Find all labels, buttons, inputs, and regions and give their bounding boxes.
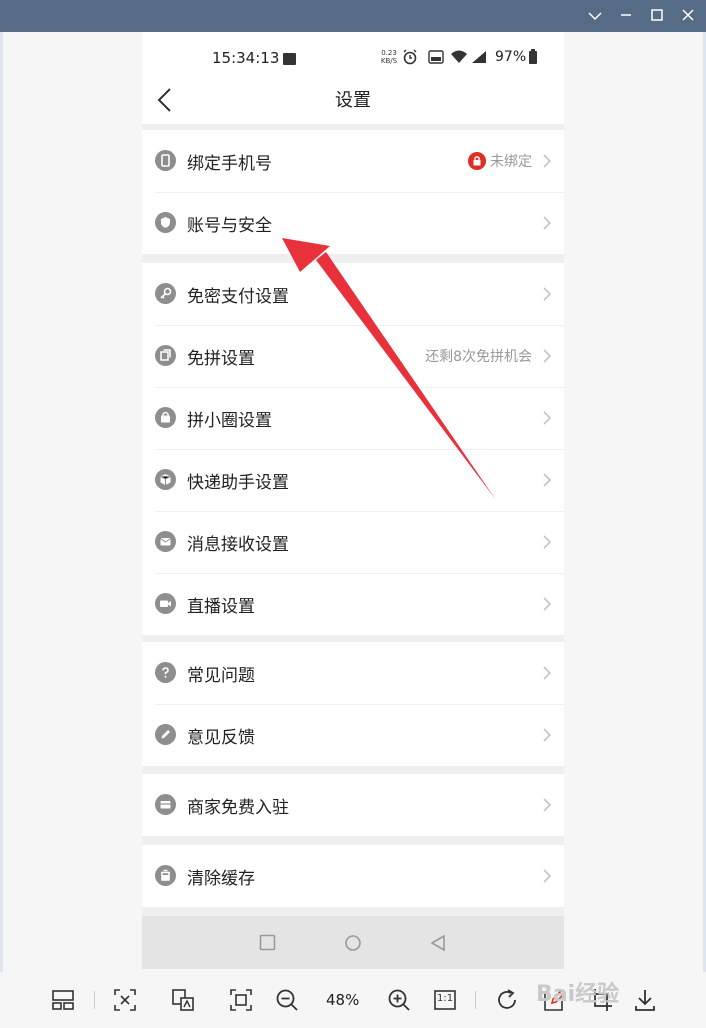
key-icon (155, 283, 176, 304)
settings-item-account-security[interactable]: 账号与安全 (142, 192, 564, 254)
window-titlebar (0, 0, 706, 32)
chevron-right-icon (543, 216, 552, 230)
settings-item-feedback[interactable]: 意见反馈 (142, 704, 564, 766)
signal-icon (470, 49, 488, 69)
settings-item-free-group[interactable]: 免拼设置 还剩8次免拼机会 (142, 325, 564, 387)
settings-item-live[interactable]: 直播设置 (142, 573, 564, 635)
toolbar-separator (94, 991, 95, 1009)
settings-group-account: 绑定手机号 未绑定 账号与安全 (142, 130, 564, 254)
zoom-level: 48% (326, 991, 360, 1009)
chevron-right-icon (543, 597, 552, 611)
chevron-right-icon (543, 666, 552, 680)
status-bar: 15:34:13 0.23 KB/S 97% (142, 32, 564, 84)
volte-icon (428, 49, 444, 69)
settings-item-value: 未绑定 (468, 151, 532, 171)
settings-group-features: 免密支付设置 免拼设置 还剩8次免拼机会 拼小圈设置 快递助手设置 消息接收设置… (142, 263, 564, 635)
settings-item-clear-cache[interactable]: 清除缓存 (142, 845, 564, 907)
trash-icon (155, 865, 176, 886)
fit-screen-icon[interactable] (228, 987, 254, 1013)
settings-item-label: 常见问题 (187, 666, 255, 686)
phone-screen: 15:34:13 0.23 KB/S 97% 设置 绑定手机号 未绑定 账号与安… (142, 32, 564, 969)
mail-icon (155, 531, 176, 552)
phone-icon (155, 150, 176, 171)
bag-icon (155, 407, 176, 428)
watermark: Bai经验 (536, 982, 620, 1007)
settings-item-label: 免拼设置 (187, 349, 255, 369)
status-time: 15:34:13 (212, 49, 280, 67)
settings-item-label: 绑定手机号 (187, 154, 272, 174)
recent-apps-icon[interactable] (259, 934, 276, 951)
edit-icon (155, 724, 176, 745)
settings-item-label: 商家免费入驻 (187, 798, 289, 818)
system-nav-bar (142, 916, 564, 969)
settings-item-label: 账号与安全 (187, 216, 272, 236)
chevron-right-icon (543, 411, 552, 425)
nav-bar: 设置 (142, 84, 564, 124)
chevron-right-icon (543, 869, 552, 883)
chevron-right-icon (543, 728, 552, 742)
settings-item-express-helper[interactable]: 快递助手设置 (142, 449, 564, 511)
minimize-button[interactable] (611, 0, 641, 32)
settings-item-label: 免密支付设置 (187, 287, 289, 307)
copy-icon (155, 345, 176, 366)
alarm-icon (402, 49, 418, 69)
back-triangle-icon[interactable] (429, 934, 447, 952)
net-speed-value: 0.23 (381, 49, 397, 57)
chevron-right-icon (543, 349, 552, 363)
chevron-right-icon (543, 798, 552, 812)
toolbar-separator (475, 991, 476, 1009)
settings-item-label: 清除缓存 (187, 869, 255, 889)
ocr-icon[interactable] (170, 987, 196, 1013)
settings-item-label: 消息接收设置 (187, 535, 289, 555)
chevron-right-icon (543, 287, 552, 301)
zoom-out-icon[interactable] (274, 987, 300, 1013)
help-icon (155, 662, 176, 683)
fit-width-icon[interactable] (112, 987, 138, 1013)
page-title: 设置 (335, 90, 371, 111)
chevron-right-icon (543, 154, 552, 168)
settings-item-bind-phone[interactable]: 绑定手机号 未绑定 (142, 130, 564, 192)
settings-group-help: 常见问题 意见反馈 (142, 642, 564, 766)
settings-item-label: 拼小圈设置 (187, 411, 272, 431)
box-icon (155, 469, 176, 490)
actual-size-button[interactable]: 1:1 (432, 987, 458, 1013)
chevron-right-icon (543, 473, 552, 487)
settings-item-merchant-join[interactable]: 商家免费入驻 (142, 774, 564, 836)
desktop-edge-left (0, 32, 3, 972)
wifi-icon (450, 49, 468, 69)
settings-item-password-free-pay[interactable]: 免密支付设置 (142, 263, 564, 325)
store-icon (155, 794, 176, 815)
image-icon (283, 53, 296, 65)
download-icon[interactable] (632, 987, 658, 1013)
net-speed: 0.23 KB/S (380, 49, 398, 65)
battery-percent: 97% (495, 49, 527, 65)
lock-icon (468, 152, 486, 170)
chevron-right-icon (543, 535, 552, 549)
settings-item-faq[interactable]: 常见问题 (142, 642, 564, 704)
maximize-button[interactable] (642, 0, 672, 32)
settings-item-circle[interactable]: 拼小圈设置 (142, 387, 564, 449)
bind-status-text: 未绑定 (490, 154, 532, 170)
settings-group-merchant: 商家免费入驻 (142, 774, 564, 836)
actual-size-label: 1:1 (437, 993, 454, 1004)
battery-icon (529, 49, 537, 64)
rotate-icon[interactable] (494, 987, 520, 1013)
settings-item-label: 直播设置 (187, 597, 255, 617)
settings-item-value: 还剩8次免拼机会 (425, 349, 532, 365)
close-button[interactable] (673, 0, 703, 32)
video-icon (155, 593, 176, 614)
zoom-in-icon[interactable] (386, 987, 412, 1013)
chevron-down-icon[interactable] (580, 0, 610, 32)
settings-item-label: 意见反馈 (187, 728, 255, 748)
thumbnail-view-icon[interactable] (50, 987, 76, 1013)
settings-group-cache: 清除缓存 (142, 845, 564, 907)
settings-item-message[interactable]: 消息接收设置 (142, 511, 564, 573)
shield-icon (155, 212, 176, 233)
settings-item-label: 快递助手设置 (187, 473, 289, 493)
net-speed-unit: KB/S (380, 57, 398, 65)
home-icon[interactable] (344, 934, 362, 952)
